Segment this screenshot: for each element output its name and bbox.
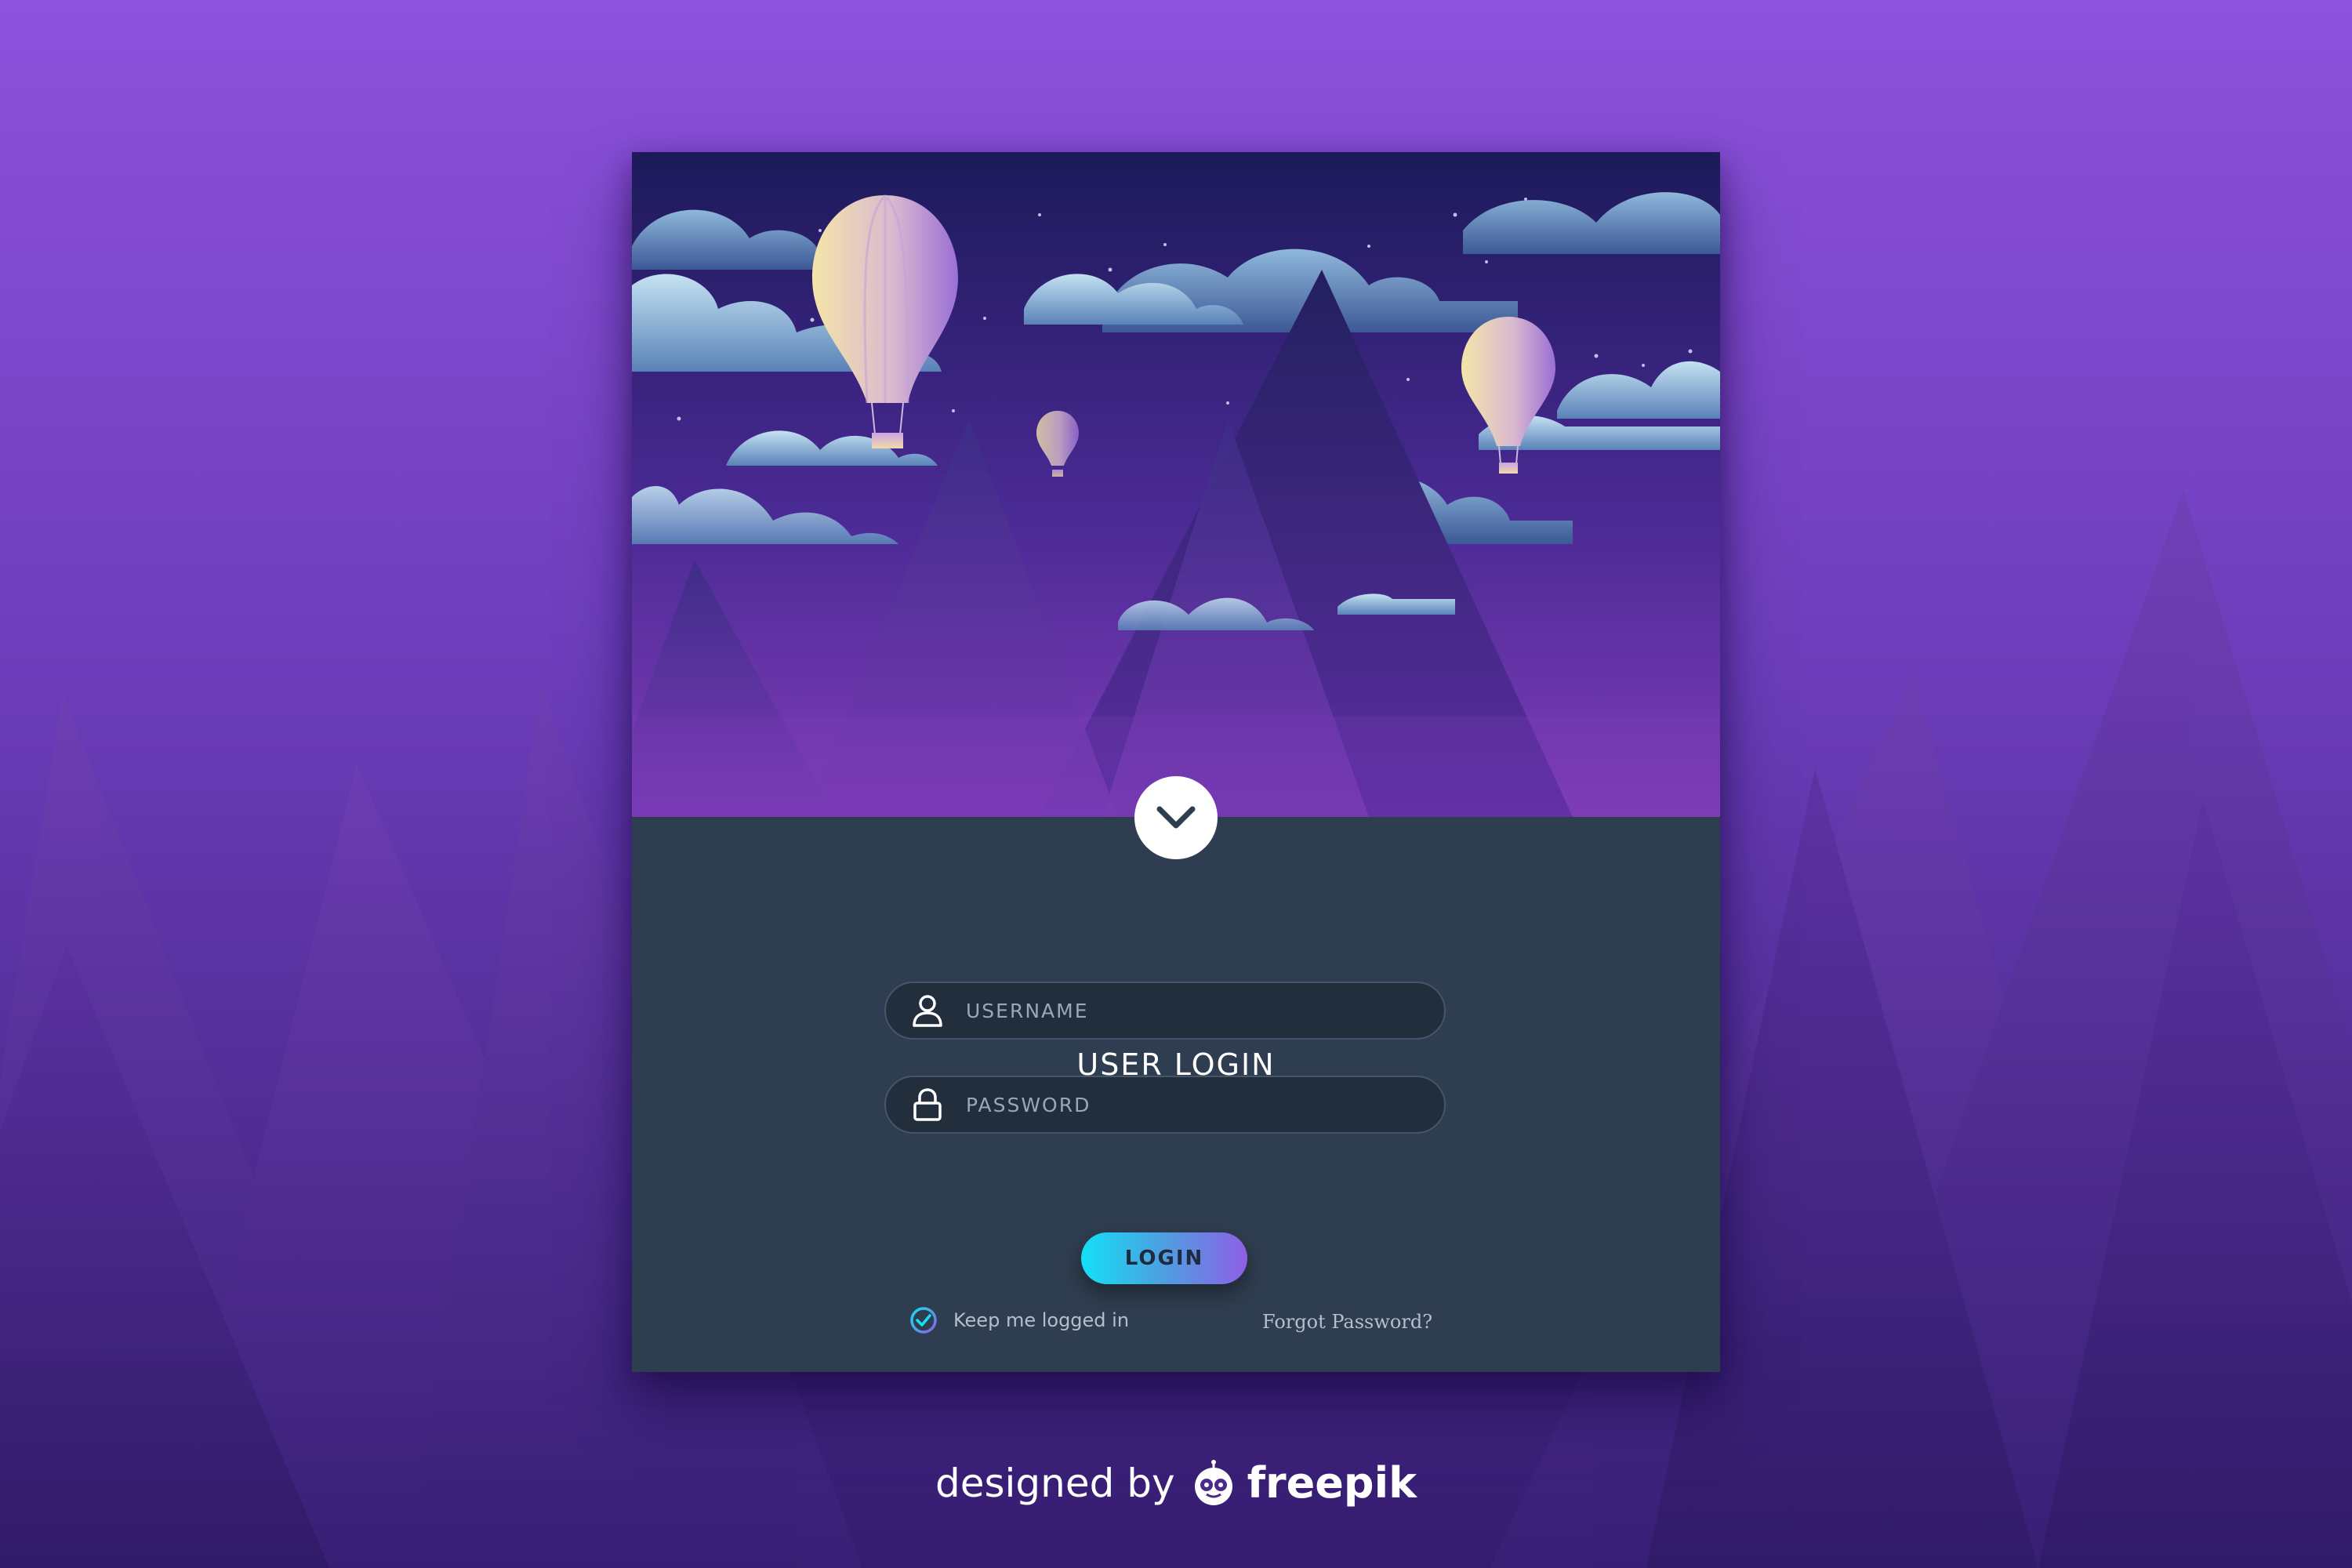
hero-illustration (632, 152, 1720, 817)
forgot-password-link[interactable]: Forgot Password? (1262, 1311, 1432, 1333)
remember-me-checkbox[interactable]: Keep me logged in (909, 1306, 1129, 1334)
login-card: USER LOGIN USERNAME Keep me logged in Fo… (632, 152, 1720, 1372)
footer-credit: designed by freepik (0, 1458, 2352, 1508)
remember-me-label: Keep me logged in (953, 1309, 1130, 1331)
freepik-logo-icon (1194, 1459, 1232, 1505)
password-field[interactable] (884, 1076, 1446, 1134)
lock-icon (909, 1087, 946, 1123)
username-input[interactable] (964, 986, 1444, 1035)
password-input[interactable] (964, 1080, 1444, 1129)
freepik-brand-text: freepik (1247, 1458, 1417, 1508)
scroll-down-button[interactable] (1134, 776, 1218, 859)
chevron-down-icon (1156, 806, 1196, 829)
username-field[interactable] (884, 982, 1446, 1040)
designed-by-text: designed by (935, 1460, 1175, 1506)
check-circle-icon (910, 1307, 937, 1334)
user-icon (909, 993, 946, 1029)
login-button[interactable]: LOGIN (1081, 1232, 1247, 1284)
